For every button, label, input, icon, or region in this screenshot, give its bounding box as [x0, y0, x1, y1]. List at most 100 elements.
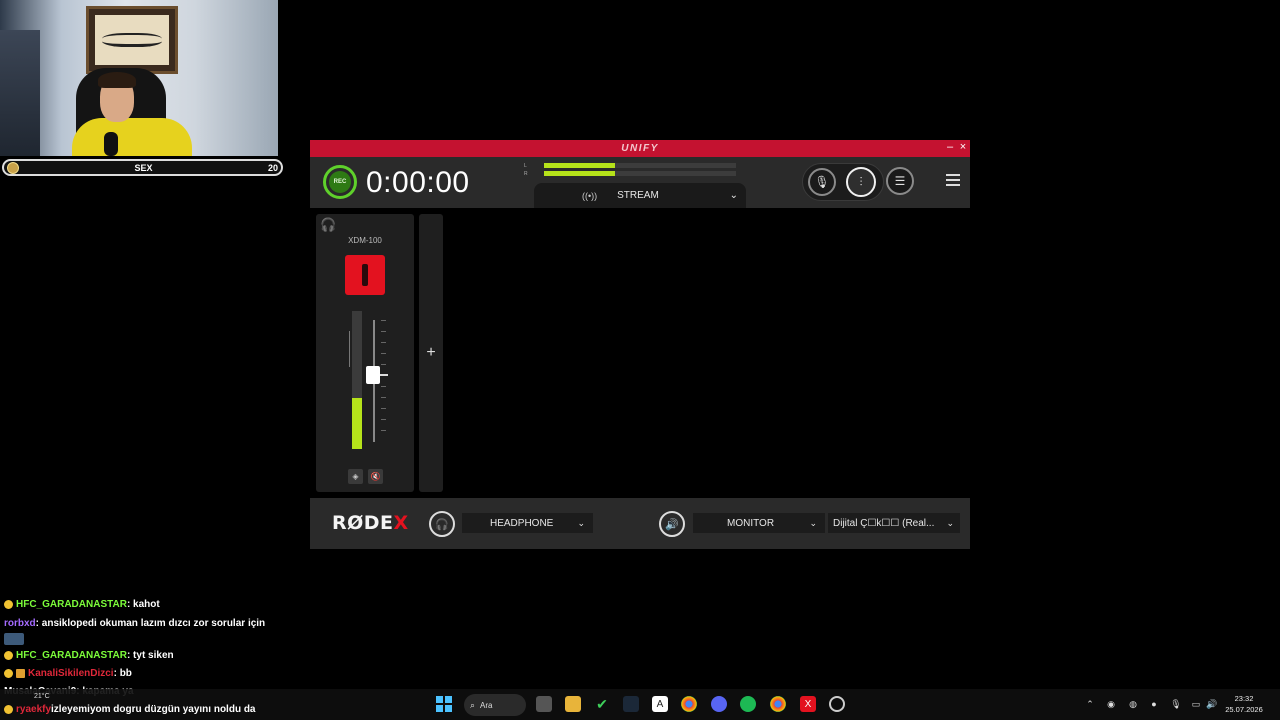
meter-left-label: L — [524, 163, 527, 169]
chat-text: : kahot — [126, 599, 160, 610]
meter-right-label: R — [524, 171, 528, 177]
record-label: REC — [329, 171, 351, 193]
headphone-icon[interactable]: 🎧 — [320, 217, 336, 233]
chat-message: HFC_GARADANASTAR : kahot — [4, 599, 160, 610]
rode-logo: RØDEX — [332, 512, 409, 534]
tag-icon: ◈ — [352, 472, 359, 481]
record-timer: 0:00:00 — [366, 166, 470, 199]
chat-user: KanaliSikilenDizci — [28, 668, 114, 679]
spotify-icon[interactable] — [740, 696, 756, 712]
chat-message: ryaekfy izleyemiyom dogru düzgün yayını … — [4, 704, 256, 715]
monitor-speaker-icon[interactable]: 🔊 — [659, 511, 685, 537]
add-channel-button[interactable]: + — [419, 214, 443, 492]
chat-user: ryaekfy — [16, 704, 52, 715]
mic-list-icon: 🎙 — [814, 175, 830, 189]
clock-time: 23:32 — [1234, 694, 1254, 703]
network-icon[interactable]: ▭ — [1190, 698, 1202, 710]
output-device-label: Dijital Ç☐k☐☐ (Real... — [833, 517, 935, 529]
wall-frame — [86, 6, 178, 74]
chat-text: : ansiklopedi okuman lazım dızcı zor sor… — [35, 618, 266, 629]
chevron-down-icon: ⌄ — [729, 190, 738, 201]
coin-icon — [7, 161, 19, 174]
streamer-hair — [98, 72, 136, 88]
broadcast-icon: ((•)) — [582, 190, 598, 201]
headphone-dropdown[interactable]: HEADPHONE ⌄ — [462, 513, 593, 533]
checkmark-app-icon[interactable]: ✔ — [594, 696, 610, 712]
webcam-overlay — [0, 0, 278, 156]
steam-tray-icon[interactable]: ◉ — [1105, 698, 1117, 710]
meter-right — [544, 171, 736, 176]
weather-widget[interactable]: 21°C — [34, 693, 50, 700]
fader-ticks — [381, 320, 387, 442]
chat-message: KanaliSikilenDizci : bb — [4, 668, 132, 679]
unify-window: UNIFY – × REC 0:00:00 L R ((•)) STREAM ⌄… — [310, 140, 970, 549]
input-level-fill — [352, 397, 362, 449]
goal-progress-bar: SEX 20 — [2, 159, 283, 176]
microphone-icon — [362, 264, 368, 286]
title-bar[interactable]: UNIFY – × — [310, 140, 970, 157]
discord-icon[interactable] — [711, 696, 727, 712]
headphone-output-icon[interactable]: 🎧 — [429, 511, 455, 537]
bottom-bar: RØDEX 🎧 HEADPHONE ⌄ 🔊 MONITOR ⌄ Dijital … — [310, 498, 970, 549]
steam-icon[interactable] — [623, 696, 639, 712]
rode-logo-x: X — [393, 512, 409, 534]
window-title: UNIFY — [621, 143, 659, 154]
start-button[interactable] — [436, 696, 452, 712]
chat-text: : tyt siken — [126, 650, 174, 661]
mic-list-view-button[interactable]: 🎙 — [808, 168, 836, 196]
minimize-button[interactable]: – — [943, 140, 957, 157]
goal-label: SEX — [134, 162, 153, 173]
channel-mute-button[interactable]: 🔇 — [368, 469, 383, 484]
chat-text: izleyemiyom dogru düzgün yayını noldu da — [51, 704, 256, 715]
microphone-tray-icon[interactable]: 🎙 — [1170, 698, 1182, 710]
meter-right-fill — [544, 171, 616, 176]
chrome-icon[interactable] — [681, 696, 697, 712]
chat-emote — [4, 633, 24, 645]
channel-effects-button[interactable]: ◈ — [348, 469, 363, 484]
mic-mute-button[interactable] — [345, 255, 385, 295]
tray-app-icon[interactable]: ● — [1148, 698, 1160, 710]
channel-name: XDM-100 — [348, 236, 382, 245]
taskbar-search[interactable]: ⌕ Ara — [464, 694, 526, 716]
toolbar: REC 0:00:00 L R ((•)) STREAM ⌄ 🎙 ⫶ ☰ — [310, 157, 970, 208]
task-view-icon[interactable] — [536, 696, 552, 712]
menu-button[interactable] — [946, 174, 960, 189]
output-label: STREAM — [617, 190, 659, 201]
sliders-icon: ⫶ — [859, 174, 863, 189]
channel-strip: 🎧 XDM-100 ◈ 🔇 — [316, 214, 414, 492]
chrome-profile-icon[interactable] — [770, 696, 786, 712]
output-device-dropdown[interactable]: Dijital Ç☐k☐☐ (Real... ⌄ — [828, 513, 960, 533]
chat-user: HFC_GARADANASTAR — [16, 650, 127, 661]
badge-icon — [4, 705, 13, 714]
monitor-dropdown[interactable]: MONITOR ⌄ — [693, 513, 825, 533]
close-button[interactable]: × — [956, 140, 970, 157]
meter-left-fill — [544, 163, 616, 168]
obs-icon[interactable] — [829, 696, 845, 712]
view-mode-group: 🎙 ⫶ — [802, 163, 884, 201]
peak-indicator — [349, 331, 351, 367]
fader-handle[interactable] — [366, 365, 380, 384]
chat-text: : bb — [113, 668, 132, 679]
windows-icon — [436, 696, 452, 712]
volume-icon[interactable]: 🔊 — [1206, 698, 1218, 710]
meter-left — [544, 163, 736, 168]
badge-icon — [4, 669, 13, 678]
rode-unify-icon[interactable]: X — [800, 696, 816, 712]
mixer-view-button[interactable]: ⫶ — [846, 167, 876, 197]
chevron-up-icon[interactable]: ⌃ — [1084, 698, 1096, 710]
file-explorer-icon[interactable] — [565, 696, 581, 712]
record-button[interactable]: REC — [323, 165, 357, 199]
badge-icon — [4, 651, 13, 660]
clock-date: 25.07.2026 — [1225, 705, 1263, 714]
app-a-icon[interactable]: A — [652, 696, 668, 712]
settings-sliders-icon: ☰ — [894, 174, 906, 188]
chrome-tray-icon[interactable]: ◍ — [1127, 698, 1139, 710]
settings-sliders-button[interactable]: ☰ — [886, 167, 914, 195]
chevron-down-icon: ⌄ — [809, 517, 817, 528]
clock[interactable]: 23:32 25.07.2026 — [1218, 693, 1270, 715]
output-selector[interactable]: ((•)) STREAM ⌄ — [534, 183, 746, 208]
chat-message: rorbxd : ansiklopedi okuman lazım dızcı … — [4, 618, 265, 629]
sub-badge-icon — [16, 669, 25, 678]
microphone — [104, 132, 118, 156]
headphone-label: HEADPHONE — [490, 517, 554, 529]
